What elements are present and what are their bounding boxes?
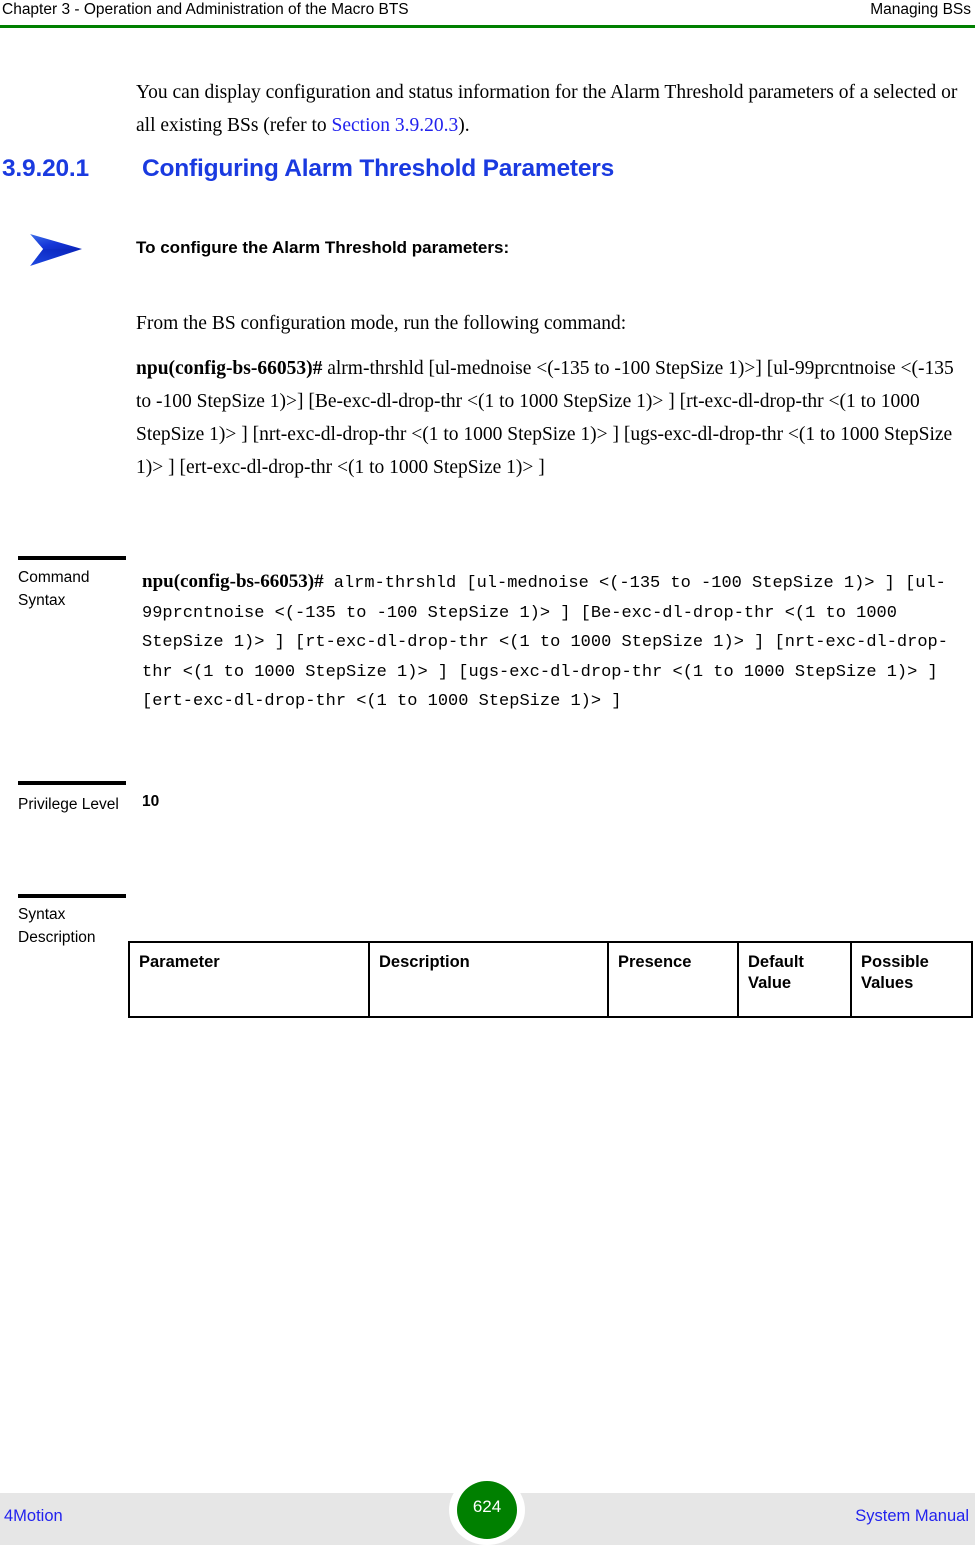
intro-text-before: You can display configuration and status… <box>136 82 958 136</box>
privilege-level-label: Privilege Level <box>18 796 119 813</box>
section-cross-reference-link[interactable]: Section 3.9.20.3 <box>332 115 459 136</box>
header-section-title: Managing BSs <box>870 1 971 18</box>
command-syntax-text: alrm-thrshld [ul-mednoise <(-135 to -100… <box>142 574 948 711</box>
command-lead-in-text: From the BS configuration mode, run the … <box>136 313 627 334</box>
column-header-parameter: Parameter <box>128 941 370 1018</box>
page-header: Chapter 3 - Operation and Administration… <box>0 0 975 28</box>
right-arrow-bullet-icon <box>27 230 87 270</box>
syntax-description-block-rule <box>18 894 126 898</box>
privilege-level-value: 10 <box>142 793 160 810</box>
page-number-badge: 624 <box>449 1475 525 1545</box>
column-header-description: Description <box>368 941 609 1018</box>
command-syntax-value: npu(config-bs-66053)# alrm-thrshld [ul-m… <box>142 567 972 717</box>
privilege-level-block-rule <box>18 781 126 785</box>
column-header-possible-values: Possible Values <box>850 941 973 1018</box>
footer-product-name: 4Motion <box>4 1507 63 1525</box>
command-syntax-paragraph: npu(config-bs-66053)# alrm-thrshld [ul-m… <box>136 352 972 484</box>
footer-manual-name: System Manual <box>855 1507 969 1525</box>
page-number-value: 624 <box>472 1497 502 1516</box>
procedure-title: To configure the Alarm Threshold paramet… <box>136 238 510 257</box>
intro-text-after: ). <box>458 115 470 136</box>
section-heading: 3.9.20.1 Configuring Alarm Threshold Para… <box>0 155 975 183</box>
command-syntax-block-rule <box>18 556 126 560</box>
column-header-default-value: Default Value <box>737 941 852 1018</box>
intro-paragraph: You can display configuration and status… <box>136 76 966 142</box>
parameter-description-table: Parameter Description Presence Default V… <box>128 941 973 1018</box>
table-header-row: Parameter Description Presence Default V… <box>128 941 973 1018</box>
section-heading-number: 3.9.20.1 <box>2 155 89 182</box>
command-syntax-label: Command Syntax <box>18 569 90 609</box>
section-heading-title: Configuring Alarm Threshold Parameters <box>142 155 615 182</box>
column-header-presence: Presence <box>607 941 739 1018</box>
header-chapter-title: Chapter 3 - Operation and Administration… <box>2 1 409 18</box>
cli-prompt: npu(config-bs-66053)# <box>136 358 323 379</box>
command-syntax-prompt: npu(config-bs-66053)# <box>142 571 324 592</box>
header-divider-rule <box>0 25 975 28</box>
syntax-description-label: Syntax Description <box>18 906 96 946</box>
